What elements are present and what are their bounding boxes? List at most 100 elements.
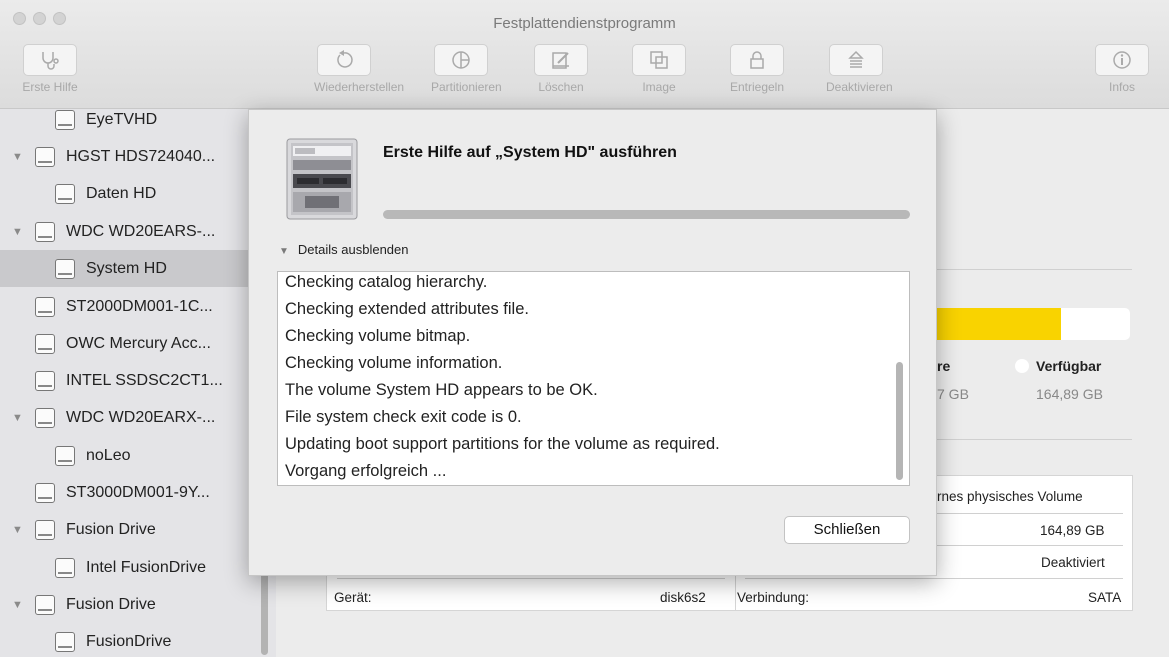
available-capacity-value: 164,89 GB [1036,386,1103,402]
disk-icon [55,109,75,130]
lock-icon [730,44,784,76]
sidebar-item-wdc-wd20ears[interactable]: ▼ WDC WD20EARS-... [0,213,258,250]
details-toggle-label: Details ausblenden [297,242,409,257]
close-button[interactable]: Schließen [784,516,910,544]
disk-icon [35,333,55,354]
sidebar-item-fusiondrive-volume[interactable]: FusionDrive [0,623,258,657]
mac-pro-icon [285,138,359,220]
sidebar-item-label: System HD [86,259,167,277]
disk-icon [35,519,55,540]
title-bar: Festplattendienstprogramm Erste Hilfe Wi… [0,0,1169,109]
eject-icon [829,44,883,76]
sidebar-item-fusion-drive[interactable]: ▼ Fusion Drive [0,511,258,548]
sidebar-item-eyetvhd[interactable]: EyeTVHD [0,109,258,138]
log-line: Vorgang erfolgreich ... [285,462,447,480]
divider [932,269,1132,270]
sidebar-item-label: HGST HDS724040... [66,147,216,165]
details-toggle[interactable]: ▼ Details ausblenden [279,242,408,257]
sidebar-item-label: WDC WD20EARX-... [66,408,216,426]
restore-label: Wiederherstellen [314,80,405,94]
window-title: Festplattendienstprogramm [493,15,676,32]
disk-icon [55,258,75,279]
restore-button[interactable]: Wiederherstellen [314,44,405,94]
progress-bar [383,210,910,219]
disk-icon [35,594,55,615]
sidebar-item-label: INTEL SSDSC2CT1... [66,371,223,389]
sidebar-item-owc-mercury[interactable]: OWC Mercury Acc... [0,325,258,362]
sidebar-item-label: ST3000DM001-9Y... [66,483,210,501]
sidebar-item-hgst-hds724040[interactable]: ▼ HGST HDS724040... [0,138,258,175]
disk-icon [35,296,55,317]
disclosure-triangle-icon[interactable]: ▼ [12,151,23,163]
info-label: Infos [1108,80,1135,94]
available-swatch [1015,359,1029,373]
sheet-title: Erste Hilfe auf „System HD" ausführen [383,144,677,161]
disk-icon [55,631,75,652]
device-label: Gerät: [334,590,372,605]
restore-icon [317,44,371,76]
image-button[interactable]: Image [629,44,689,94]
sidebar-item-st2000dm001[interactable]: ST2000DM001-1C... [0,288,258,325]
disclosure-triangle-icon[interactable]: ▼ [12,599,23,611]
capacity-value: 164,89 GB [1040,523,1105,538]
image-label: Image [642,80,676,94]
sidebar-item-wdc-wd20earx[interactable]: ▼ WDC WD20EARX-... [0,399,258,436]
disclosure-triangle-icon: ▼ [279,246,289,257]
disk-icon [35,407,55,428]
image-icon [632,44,686,76]
unlock-button[interactable]: Entriegeln [727,44,787,94]
device-value: disk6s2 [660,590,706,605]
disclosure-triangle-icon[interactable]: ▼ [12,412,23,424]
disclosure-triangle-icon[interactable]: ▼ [12,524,23,536]
unmount-label: Deaktivieren [826,80,893,94]
sidebar-item-fusion-drive-2[interactable]: ▼ Fusion Drive [0,586,258,623]
disk-icon [55,183,75,204]
sidebar-item-label: FusionDrive [86,632,172,650]
sidebar-item-label: ST2000DM001-1C... [66,297,213,315]
sidebar: EyeTVHD ▼ HGST HDS724040... Daten HD ▼ W… [0,109,276,657]
disclosure-triangle-icon[interactable]: ▼ [12,226,23,238]
sidebar-item-label: Fusion Drive [66,595,156,613]
unmount-button[interactable]: Deaktivieren [826,44,893,94]
sidebar-item-intel-ssdsc2ct1[interactable]: INTEL SSDSC2CT1... [0,362,258,399]
sidebar-item-label: Intel FusionDrive [86,558,207,576]
sidebar-item-label: EyeTVHD [86,110,158,128]
first-aid-label: Erste Hilfe [22,80,78,94]
info-button[interactable]: Infos [1092,44,1152,94]
stethoscope-icon [23,44,77,76]
log-scrollbar[interactable] [896,362,903,480]
disk-icon [55,445,75,466]
log-line: The volume System HD appears to be OK. [285,381,598,399]
sidebar-item-intel-fusiondrive[interactable]: Intel FusionDrive [0,549,258,586]
capacity-bar [932,308,1130,340]
used-capacity-fill [932,308,1061,340]
available-capacity-label: Verfügbar [1036,358,1102,374]
first-aid-button[interactable]: Erste Hilfe [20,44,80,94]
sidebar-item-label: Fusion Drive [66,520,156,538]
info-icon [1095,44,1149,76]
sidebar-item-system-hd[interactable]: System HD [0,250,258,287]
log-line: Updating boot support partitions for the… [285,435,720,453]
erase-button[interactable]: Löschen [531,44,591,94]
used-capacity-label: re [937,358,951,374]
disk-icon [35,221,55,242]
disk-icon [55,557,75,578]
sidebar-item-label: OWC Mercury Acc... [66,334,211,352]
partition-button[interactable]: Partitionieren [431,44,502,94]
log-output[interactable]: Checking catalog hierarchy. Checking ext… [277,271,910,486]
volume-type-value: rnes physisches Volume [937,489,1083,504]
erase-icon [534,44,588,76]
sidebar-item-noleo[interactable]: noLeo [0,437,258,474]
sidebar-item-label: noLeo [86,446,131,464]
divider [932,439,1132,440]
disk-utility-window: Festplattendienstprogramm Erste Hilfe Wi… [0,0,1169,657]
disk-icon [35,146,55,167]
sidebar-item-label: Daten HD [86,184,157,202]
unlock-label: Entriegeln [729,80,785,94]
divider [745,578,1123,579]
partition-label: Partitionieren [431,80,502,94]
sidebar-item-st3000dm001[interactable]: ST3000DM001-9Y... [0,474,258,511]
sidebar-item-daten-hd[interactable]: Daten HD [0,175,258,212]
used-capacity-value: 7 GB [937,386,969,402]
sidebar-item-label: WDC WD20EARS-... [66,222,216,240]
